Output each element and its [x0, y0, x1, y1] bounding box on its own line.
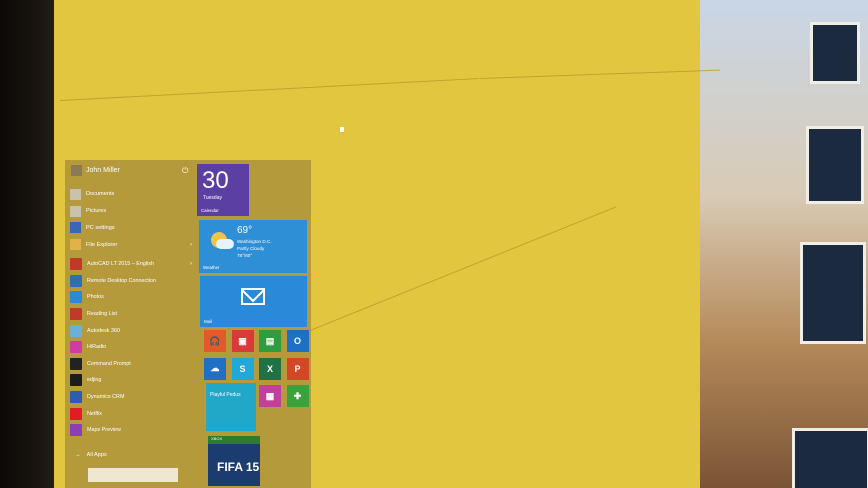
start-place-item[interactable]: Pictures [70, 203, 192, 220]
user-name: John Miller [86, 167, 120, 174]
people-tile-label: Playful Pedus [210, 392, 241, 398]
mail-label: Mail [204, 319, 213, 324]
app-list-item-label: AutoCAD LT 2015 – English [87, 261, 154, 268]
powerpoint-icon[interactable]: P [286, 357, 309, 380]
remote-desktop-icon [70, 274, 82, 287]
maps-icon [70, 424, 82, 437]
mail-tile[interactable]: Mail [200, 276, 307, 327]
weather-label: Weather [203, 265, 220, 270]
app-list-item-label: Autodesk 360 [87, 327, 120, 334]
start-place-item-label: Documents [86, 191, 115, 198]
xbox-header: XBOX [208, 436, 260, 444]
user-avatar-icon [71, 165, 82, 176]
cloud-icon [216, 239, 234, 249]
app-list-item[interactable]: Photos [70, 289, 192, 306]
autocad-icon [70, 258, 82, 271]
app-list-item[interactable]: Remote Desktop Connection [70, 273, 192, 290]
app-list: AutoCAD LT 2015 – English › Remote Desktop… [70, 256, 192, 439]
app-list-item-label: Dynamics CRM [87, 394, 125, 401]
app-list-item[interactable]: Autodesk 360 [70, 322, 192, 339]
radio-icon [70, 341, 82, 354]
games-icon[interactable]: ✚ [286, 385, 309, 407]
calendar-day: Tuesday [203, 195, 222, 201]
headphones-icon[interactable]: 🎧 [204, 330, 226, 352]
photos-icon [70, 291, 82, 304]
chevron-right-icon: › [190, 261, 192, 268]
app-list-item[interactable]: AutoCAD LT 2015 – English › [70, 256, 192, 273]
app-list-item-label: Command Prompt [87, 360, 131, 367]
gear-icon [70, 222, 81, 234]
power-icon[interactable]: ⏻ [182, 166, 188, 176]
skype-icon[interactable]: S [231, 357, 254, 380]
edjing-icon [70, 374, 82, 387]
monitor-bezel [0, 0, 62, 488]
app-list-item[interactable]: Netflix [70, 405, 192, 422]
app-list-item-label: Photos [87, 294, 104, 301]
start-menu: John Miller ⏻ Documents Pictures PC settin… [65, 160, 311, 488]
building-window [810, 22, 860, 84]
autodesk-icon [70, 324, 82, 337]
user-account[interactable]: John Miller [71, 165, 120, 176]
calendar-tile[interactable]: 30 Tuesday Calendar [197, 164, 249, 216]
all-apps-label: All Apps [86, 452, 107, 458]
calendar-label: Calendar [201, 208, 219, 213]
folder-icon [70, 239, 81, 251]
weather-range: 78°/60° [237, 253, 253, 258]
start-left-pane: John Miller ⏻ Documents Pictures PC settin… [65, 160, 193, 488]
outlook-icon[interactable]: O [286, 330, 309, 352]
app-list-item[interactable]: Dynamics CRM [70, 389, 192, 406]
app-list-item[interactable]: edjing [70, 372, 192, 389]
user-places-list: Documents Pictures PC settings File Explore… [70, 186, 192, 253]
xbox-game-tile[interactable]: XBOX FIFA 15 [208, 436, 260, 486]
weather-condition: Partly Cloudy [237, 246, 265, 251]
onedrive-icon[interactable]: ☁ [204, 357, 226, 380]
start-place-item[interactable]: File Explorer › [70, 236, 192, 253]
app-list-item[interactable]: Command Prompt [70, 356, 192, 373]
reading-list-icon [70, 308, 82, 321]
weather-temp: 69° [237, 225, 253, 236]
photo-tile-icon[interactable]: ▦ [259, 385, 281, 407]
video-icon[interactable]: ▣ [231, 330, 254, 352]
calendar-date: 30 [202, 167, 229, 194]
mouse-cursor [340, 127, 344, 132]
app-list-item[interactable]: Reading List [70, 306, 192, 323]
start-place-item-label: File Explorer [86, 241, 118, 248]
wallpaper-building [700, 0, 868, 488]
app-list-item-label: Netflix [87, 410, 102, 417]
desktop-screen: John Miller ⏻ Documents Pictures PC settin… [0, 0, 868, 488]
start-place-item[interactable]: Documents [70, 186, 192, 203]
netflix-icon [70, 407, 82, 420]
people-tile[interactable]: Playful Pedus [206, 383, 256, 431]
start-place-item-label: Pictures [86, 208, 107, 215]
app-list-item-label: Reading List [87, 311, 117, 318]
start-place-item[interactable]: PC settings [70, 220, 192, 237]
arrow-right-icon: → [75, 452, 81, 458]
start-place-item-label: PC settings [86, 224, 115, 231]
excel-icon[interactable]: X [259, 357, 281, 380]
weather-location: Washington D.C. [237, 239, 272, 244]
search-input[interactable] [88, 468, 178, 482]
weather-tile[interactable]: 69° Washington D.C. Partly Cloudy 78°/60… [199, 220, 307, 273]
documents-icon [70, 188, 81, 200]
building-window [806, 126, 864, 204]
chevron-right-icon: › [190, 241, 192, 248]
envelope-icon [241, 288, 265, 305]
app-list-item-label: edjing [87, 377, 102, 384]
app-list-item-label: Remote Desktop Connection [87, 277, 156, 284]
store-icon[interactable]: ▤ [259, 330, 281, 352]
command-prompt-icon [70, 357, 82, 370]
app-list-item[interactable]: Maps Preview [70, 422, 192, 439]
game-title: FIFA 15 [217, 460, 260, 474]
building-window [800, 242, 866, 344]
app-list-item-label: HiRadio [87, 344, 107, 351]
dynamics-icon [70, 391, 82, 404]
all-apps-button[interactable]: → All Apps [75, 452, 107, 458]
app-list-item[interactable]: HiRadio [70, 339, 192, 356]
pictures-icon [70, 205, 81, 217]
building-window [792, 428, 868, 488]
app-list-item-label: Maps Preview [87, 427, 121, 434]
